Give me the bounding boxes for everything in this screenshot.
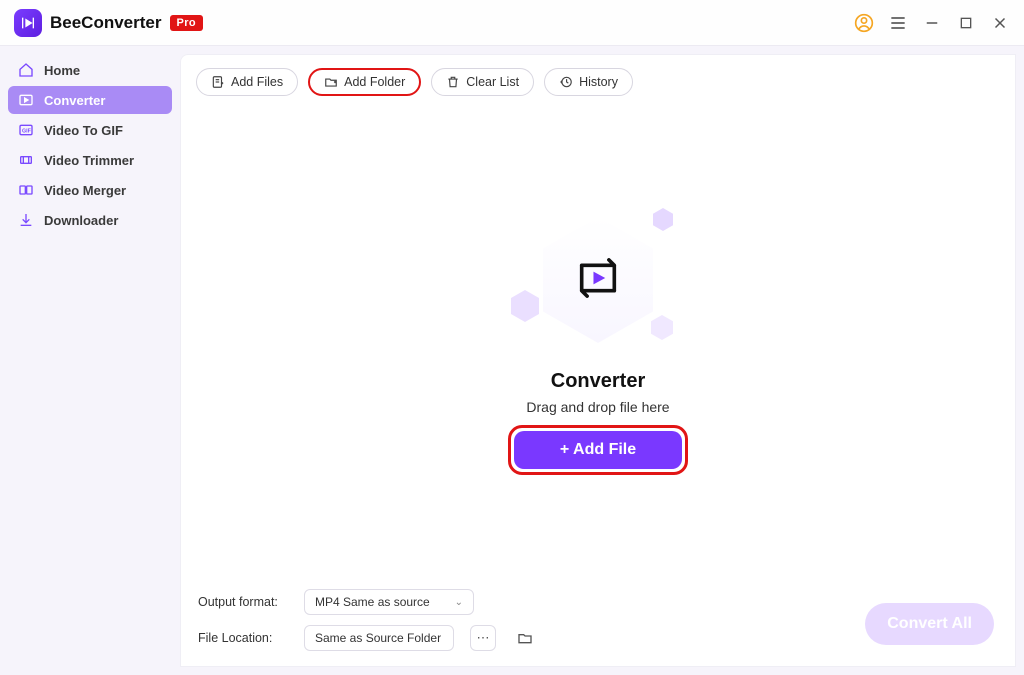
app-name: BeeConverter xyxy=(50,13,162,33)
file-location-select[interactable]: Same as Source Folder xyxy=(304,625,454,651)
clear-list-button[interactable]: Clear List xyxy=(431,68,534,96)
output-format-select[interactable]: MP4 Same as source ⌄ xyxy=(304,589,474,615)
add-file-highlight-ring: + Add File xyxy=(508,425,688,475)
bottom-bar: Output format: MP4 Same as source ⌄ File… xyxy=(180,579,1016,667)
merger-icon xyxy=(18,182,34,198)
button-label: Clear List xyxy=(466,75,519,89)
file-location-label: File Location: xyxy=(198,631,288,645)
svg-text:GIF: GIF xyxy=(22,129,32,135)
hex-container xyxy=(543,217,653,343)
open-folder-button[interactable] xyxy=(512,625,538,651)
trimmer-icon xyxy=(18,152,34,168)
decoration-hex xyxy=(653,208,673,231)
sidebar-item-video-to-gif[interactable]: GIF Video To GIF xyxy=(8,116,172,144)
main-panel: Add Files Add Folder Clear List xyxy=(180,54,1016,667)
select-value: MP4 Same as source xyxy=(315,595,430,609)
drop-zone-subtitle: Drag and drop file here xyxy=(526,399,669,415)
toolbar: Add Files Add Folder Clear List xyxy=(180,54,1016,96)
add-folder-button[interactable]: Add Folder xyxy=(308,68,421,96)
decoration-hex xyxy=(511,290,539,322)
download-icon xyxy=(18,212,34,228)
close-icon[interactable] xyxy=(990,13,1010,33)
sidebar-item-label: Video Trimmer xyxy=(44,153,134,168)
trash-icon xyxy=(446,75,460,89)
sidebar-item-label: Video Merger xyxy=(44,183,126,198)
sidebar-item-video-merger[interactable]: Video Merger xyxy=(8,176,172,204)
sidebar-item-home[interactable]: Home xyxy=(8,56,172,84)
sidebar-item-label: Home xyxy=(44,63,80,78)
history-icon xyxy=(559,75,573,89)
button-label: Add Folder xyxy=(344,75,405,89)
chevron-down-icon: ⌄ xyxy=(455,597,463,608)
convert-play-icon xyxy=(569,249,627,312)
maximize-icon[interactable] xyxy=(956,13,976,33)
converter-graphic xyxy=(493,200,703,360)
sidebar-item-label: Converter xyxy=(44,93,105,108)
titlebar: BeeConverter Pro xyxy=(0,0,1024,46)
menu-icon[interactable] xyxy=(888,13,908,33)
select-value: Same as Source Folder xyxy=(315,631,441,645)
convert-all-button[interactable]: Convert All xyxy=(865,603,994,645)
add-files-icon xyxy=(211,75,225,89)
drop-zone[interactable]: Converter Drag and drop file here + Add … xyxy=(180,96,1016,579)
converter-icon xyxy=(18,92,34,108)
add-files-button[interactable]: Add Files xyxy=(196,68,298,96)
app-window: BeeConverter Pro xyxy=(0,0,1024,675)
history-button[interactable]: History xyxy=(544,68,633,96)
button-label: History xyxy=(579,75,618,89)
sidebar-item-downloader[interactable]: Downloader xyxy=(8,206,172,234)
more-options-button[interactable]: ⋯ xyxy=(470,625,496,651)
sidebar-item-label: Downloader xyxy=(44,213,118,228)
sidebar-item-converter[interactable]: Converter xyxy=(8,86,172,114)
gif-icon: GIF xyxy=(18,122,34,138)
add-folder-icon xyxy=(324,75,338,89)
output-format-label: Output format: xyxy=(198,595,288,609)
pro-badge: Pro xyxy=(170,15,204,31)
drop-zone-title: Converter xyxy=(551,370,645,393)
decoration-hex xyxy=(651,315,673,340)
user-icon[interactable] xyxy=(854,13,874,33)
sidebar-item-label: Video To GIF xyxy=(44,123,123,138)
sidebar-item-video-trimmer[interactable]: Video Trimmer xyxy=(8,146,172,174)
app-logo xyxy=(14,9,42,37)
button-label: Add Files xyxy=(231,75,283,89)
add-file-button[interactable]: + Add File xyxy=(514,431,682,469)
home-icon xyxy=(18,62,34,78)
sidebar: Home Converter GIF Video To GIF Video Tr… xyxy=(0,46,180,675)
titlebar-controls xyxy=(854,13,1010,33)
minimize-icon[interactable] xyxy=(922,13,942,33)
